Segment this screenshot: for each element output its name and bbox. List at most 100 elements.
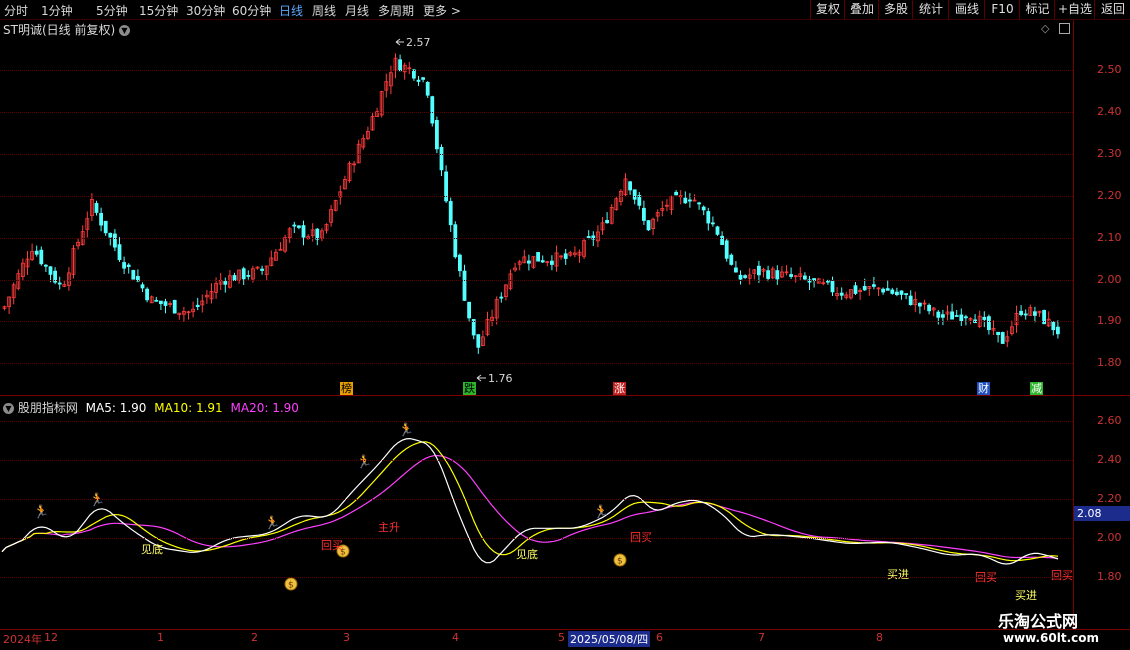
period-weekly[interactable]: 周线 (312, 2, 336, 19)
candle-body (416, 79, 421, 82)
grid-line (0, 538, 1073, 539)
event-tag-rise[interactable]: 涨 (613, 382, 626, 395)
low-price-label: 1.76 (488, 372, 513, 385)
candle-body (550, 260, 554, 265)
event-tag-list[interactable]: 榜 (340, 382, 353, 395)
crosshair-date-label: 2025/05/08/四 (568, 631, 651, 647)
draw-line-button[interactable]: 画线 (948, 0, 985, 19)
candle-body (425, 81, 430, 96)
signal-label: 主升 (378, 521, 400, 534)
back-button[interactable]: 返回 (1094, 0, 1130, 19)
date-label: 6 (656, 631, 663, 644)
grid-line (0, 460, 1073, 461)
candle-body (411, 69, 416, 79)
candle-body (301, 225, 306, 238)
grid-line (0, 321, 1073, 323)
candle-body (862, 286, 867, 291)
event-tag-reduce[interactable]: 减 (1030, 382, 1043, 395)
watermark-title: 乐淘公式网 (998, 612, 1079, 631)
candle-body (987, 316, 991, 330)
candle-body (113, 233, 117, 248)
candle-body (540, 260, 545, 263)
signal-label: 回买 (1051, 569, 1073, 582)
candle-body (757, 265, 761, 276)
candle-body (904, 293, 908, 296)
period-5min[interactable]: 5分钟 (96, 2, 128, 19)
event-tag-drop[interactable]: 跌 (463, 382, 476, 395)
period-daily[interactable]: 日线 (279, 2, 303, 19)
y-tick-label: 1.90 (1097, 314, 1122, 328)
period-monthly[interactable]: 月线 (345, 2, 369, 19)
grid-line (0, 421, 1073, 422)
runner-icon: 🏃 (89, 492, 105, 508)
period-multi[interactable]: 多周期 (378, 2, 414, 19)
candle-body (701, 206, 706, 211)
candle-body (697, 202, 701, 205)
period-minute-line[interactable]: 分时 (4, 2, 28, 19)
y-tick-label: 1.80 (1097, 356, 1122, 370)
multi-stock-button[interactable]: 多股 (878, 0, 913, 19)
period-15min[interactable]: 15分钟 (139, 2, 178, 19)
period-1min[interactable]: 1分钟 (41, 2, 73, 19)
candle-body (954, 315, 959, 317)
candle-body (103, 220, 108, 234)
candle-body (1051, 321, 1056, 331)
y-axis-border (1073, 20, 1074, 630)
candle-body (743, 275, 747, 278)
candle-body (448, 201, 453, 226)
candle-body (172, 299, 177, 314)
candle-body (950, 311, 954, 320)
candle-body (941, 314, 945, 318)
candle-body (839, 292, 844, 296)
date-label: 5 (558, 631, 565, 644)
candle-body (126, 264, 131, 267)
candle-body (99, 212, 103, 226)
candle-body (637, 195, 642, 206)
grid-line (0, 153, 1073, 155)
date-label: 12 (44, 631, 58, 644)
candle-body (959, 314, 964, 322)
candle-body (34, 250, 39, 255)
f10-button[interactable]: F10 (984, 0, 1020, 19)
runner-icon: 🏃 (356, 454, 372, 470)
candle-body (996, 331, 1000, 336)
date-label: 3 (343, 631, 350, 644)
candle-body (936, 311, 941, 318)
candle-body (421, 77, 426, 80)
candle-body (872, 284, 876, 287)
candle-body (453, 224, 458, 258)
add-favorite-button[interactable]: +自选 (1054, 0, 1095, 19)
period-60min[interactable]: 60分钟 (232, 2, 271, 19)
period-30min[interactable]: 30分钟 (186, 2, 225, 19)
candle-body (536, 252, 540, 262)
statistics-button[interactable]: 统计 (912, 0, 949, 19)
grid-line (0, 237, 1073, 239)
candle-body (918, 302, 922, 307)
candle-body (499, 296, 504, 299)
period-more[interactable]: 更多 > (423, 2, 461, 19)
signal-label: 回买 (630, 531, 652, 544)
current-value-badge: 2.08 (1074, 506, 1130, 521)
candlestick-chart: 2.57 1.76 (2, 36, 1060, 385)
candle-body (890, 289, 895, 294)
overlay-button[interactable]: 叠加 (844, 0, 879, 19)
candle-body (1056, 326, 1060, 335)
candle-body (605, 220, 609, 224)
mark-button[interactable]: 标记 (1019, 0, 1055, 19)
candle-body (711, 222, 715, 225)
adjust-button[interactable]: 复权 (810, 0, 845, 19)
y-tick-label: 2.20 (1097, 492, 1122, 505)
event-tag-finance[interactable]: 财 (977, 382, 990, 395)
y-tick-label: 2.00 (1097, 272, 1122, 286)
candle-body (853, 285, 858, 294)
candle-body (789, 274, 793, 277)
y-tick-label: 2.20 (1097, 188, 1122, 202)
runner-icon: 🏃 (593, 504, 609, 520)
candle-body (260, 268, 265, 271)
candle-body (195, 304, 200, 308)
candle-body (462, 270, 467, 301)
candle-body (683, 197, 688, 204)
date-label: 7 (758, 631, 765, 644)
candle-body (563, 253, 568, 259)
grid-line (0, 577, 1073, 578)
